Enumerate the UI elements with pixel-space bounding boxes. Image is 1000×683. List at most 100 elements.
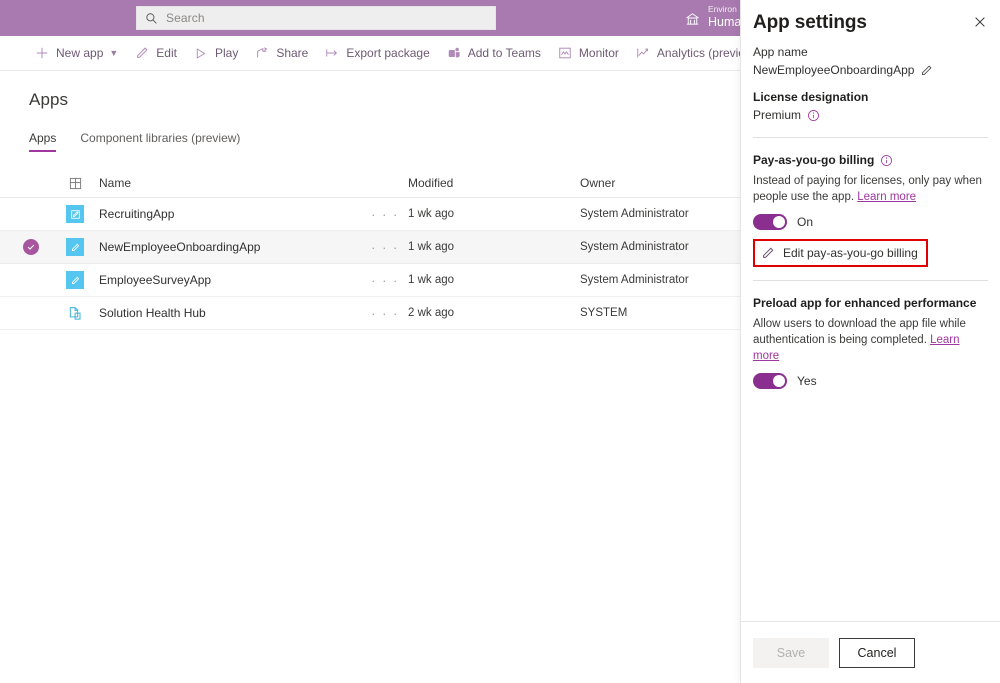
row-overflow-button[interactable]: · · · [362, 273, 408, 288]
panel-footer: Save Cancel [741, 621, 1000, 683]
table-header-row: Name Modified Owner [0, 169, 740, 198]
add-to-teams-label: Add to Teams [468, 46, 541, 60]
modified-column-header[interactable]: Modified [408, 176, 580, 190]
row-name[interactable]: RecruitingApp [88, 207, 362, 221]
row-select-cell[interactable] [0, 239, 62, 255]
tab-apps-label: Apps [29, 131, 56, 145]
share-button[interactable]: Share [246, 36, 316, 70]
environment-selector[interactable]: Environ Huma [684, 4, 741, 30]
type-column-header[interactable] [62, 177, 88, 190]
preload-heading-row: Preload app for enhanced performance [753, 296, 988, 310]
environment-icon [684, 10, 701, 27]
license-designation-label: License designation [753, 89, 988, 106]
table-row[interactable]: EmployeeSurveyApp · · · 1 wk ago System … [0, 264, 740, 297]
row-overflow-button[interactable]: · · · [362, 207, 408, 222]
table-row[interactable]: Solution Health Hub · · · 2 wk ago SYSTE… [0, 297, 740, 330]
cancel-button[interactable]: Cancel [839, 638, 915, 668]
monitor-button[interactable]: Monitor [549, 36, 627, 70]
tab-component-libraries-label: Component libraries (preview) [80, 131, 240, 145]
save-button[interactable]: Save [753, 638, 829, 668]
edit-button[interactable]: Edit [126, 36, 185, 70]
panel-header: App settings [741, 0, 1000, 34]
export-package-button[interactable]: Export package [316, 36, 437, 70]
play-label: Play [215, 46, 238, 60]
name-column-header[interactable]: Name [88, 176, 362, 190]
row-owner: SYSTEM [580, 307, 740, 319]
panel-body: App name NewEmployeeOnboardingApp Licens… [741, 44, 1000, 389]
row-modified: 1 wk ago [408, 241, 580, 253]
panel-divider [753, 137, 988, 138]
play-button[interactable]: Play [185, 36, 246, 70]
analytics-icon [635, 45, 651, 61]
export-package-label: Export package [346, 46, 429, 60]
teams-icon [446, 45, 462, 61]
payg-heading-row: Pay-as-you-go billing [753, 153, 988, 167]
preload-toggle[interactable] [753, 373, 787, 389]
preload-toggle-state: Yes [797, 374, 817, 388]
new-app-button[interactable]: New app ▼ [26, 36, 126, 70]
apps-table: Name Modified Owner RecruitingApp · · · … [0, 169, 740, 330]
close-icon [973, 15, 987, 29]
row-name[interactable]: EmployeeSurveyApp [88, 273, 362, 287]
owner-column-header[interactable]: Owner [580, 176, 740, 190]
page-title: Apps [29, 90, 68, 110]
preload-toggle-row: Yes [753, 373, 988, 389]
app-name-label: App name [753, 44, 988, 61]
canvas-app-icon [66, 205, 84, 223]
row-owner: System Administrator [580, 274, 740, 286]
license-designation-value-row: Premium [753, 106, 988, 124]
payg-toggle[interactable] [753, 214, 787, 230]
row-owner: System Administrator [580, 241, 740, 253]
check-icon [23, 239, 39, 255]
info-icon[interactable] [880, 154, 893, 167]
row-modified: 1 wk ago [408, 274, 580, 286]
row-app-icon-cell [62, 205, 88, 223]
row-app-icon-cell [62, 271, 88, 289]
add-to-teams-button[interactable]: Add to Teams [438, 36, 549, 70]
row-overflow-button[interactable]: · · · [362, 240, 408, 255]
preload-description-block: Allow users to download the app file whi… [753, 316, 988, 364]
license-designation-value: Premium [753, 106, 801, 124]
chevron-down-icon: ▼ [109, 48, 118, 58]
row-app-icon-cell [62, 238, 88, 256]
row-name[interactable]: NewEmployeeOnboardingApp [88, 240, 362, 254]
edit-payg-billing-button[interactable]: Edit pay-as-you-go billing [753, 239, 928, 267]
row-overflow-button[interactable]: · · · [362, 306, 408, 321]
plus-icon [34, 45, 50, 61]
monitor-label: Monitor [579, 46, 619, 60]
close-button[interactable] [968, 10, 992, 34]
payg-heading: Pay-as-you-go billing [753, 153, 874, 167]
pencil-icon[interactable] [920, 64, 933, 77]
toggle-knob [773, 216, 785, 228]
preload-heading: Preload app for enhanced performance [753, 296, 976, 310]
row-owner: System Administrator [580, 208, 740, 220]
environment-label: Environ [708, 4, 741, 15]
canvas-app-icon [66, 271, 84, 289]
tab-component-libraries[interactable]: Component libraries (preview) [80, 131, 240, 152]
row-modified: 2 wk ago [408, 307, 580, 319]
row-app-icon-cell [62, 304, 88, 322]
payg-learn-more-link[interactable]: Learn more [857, 191, 916, 203]
new-app-label: New app [56, 46, 103, 60]
pencil-icon [134, 45, 150, 61]
solution-page-icon [66, 304, 84, 322]
search-icon [145, 12, 158, 25]
app-name-value-row: NewEmployeeOnboardingApp [753, 61, 988, 79]
table-row[interactable]: NewEmployeeOnboardingApp · · · 1 wk ago … [0, 231, 740, 264]
app-name-value: NewEmployeeOnboardingApp [753, 61, 914, 79]
payg-toggle-state: On [797, 215, 813, 229]
panel-divider [753, 280, 988, 281]
tab-apps[interactable]: Apps [29, 131, 56, 152]
monitor-icon [557, 45, 573, 61]
row-name[interactable]: Solution Health Hub [88, 306, 362, 320]
export-icon [324, 45, 340, 61]
share-icon [254, 45, 270, 61]
payg-toggle-row: On [753, 214, 988, 230]
power-apps-maker-portal: Search Environ Huma New app ▼ [0, 0, 1000, 683]
edit-payg-billing-label: Edit pay-as-you-go billing [783, 246, 918, 260]
info-icon[interactable] [807, 109, 820, 122]
search-placeholder-text: Search [166, 11, 205, 25]
table-row[interactable]: RecruitingApp · · · 1 wk ago System Admi… [0, 198, 740, 231]
search-input[interactable]: Search [136, 6, 496, 30]
payg-description-block: Instead of paying for licenses, only pay… [753, 173, 988, 205]
